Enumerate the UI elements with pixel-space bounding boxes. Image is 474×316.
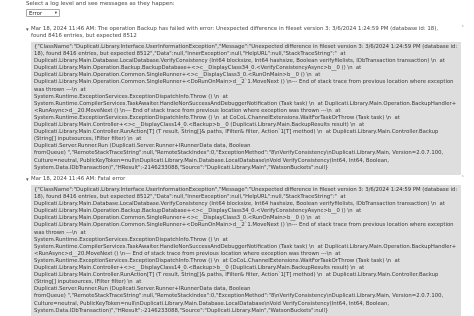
log-level-prompt: Select a log level and see messages as t… xyxy=(26,1,175,7)
log-level-select[interactable]: Error ▾ xyxy=(26,9,60,17)
collapse-caret-icon[interactable]: ˆ xyxy=(461,26,464,32)
chevron-down-icon: ▾ xyxy=(54,11,57,16)
collapse-caret-icon[interactable]: ˆ xyxy=(461,176,464,182)
log-level-selected-value: Error xyxy=(29,11,43,17)
log-entry-message: Mar 18, 2024 11:46 AM: The operation Bac… xyxy=(31,26,439,40)
log-entry[interactable]: ▾ Mar 18, 2024 11:46 AM: Fatal error ˆ {… xyxy=(26,176,466,316)
log-entry[interactable]: ▾ Mar 18, 2024 11:46 AM: The operation B… xyxy=(26,26,466,175)
log-entry-detail: {"ClassName":"Duplicati.Library.Interfac… xyxy=(31,42,461,175)
log-entry-detail: {"ClassName":"Duplicati.Library.Interfac… xyxy=(31,185,461,316)
expanded-caret-icon: ▾ xyxy=(26,177,29,183)
log-entry-message: Mar 18, 2024 11:46 AM: Fatal error xyxy=(31,176,126,182)
expanded-caret-icon: ▾ xyxy=(26,27,29,33)
